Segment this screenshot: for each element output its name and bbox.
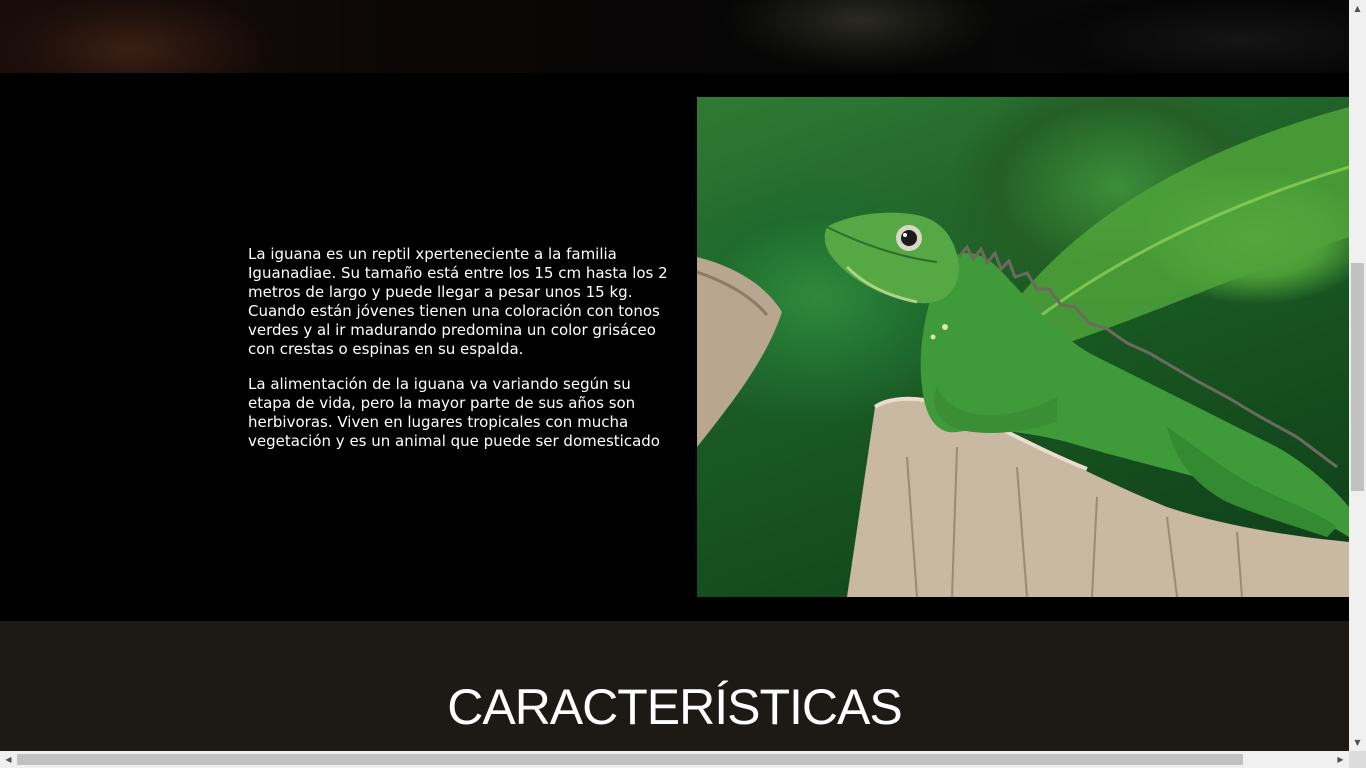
- scroll-right-arrow-icon[interactable]: ▶: [1332, 751, 1349, 768]
- horizontal-scrollbar[interactable]: ◀ ▶: [0, 751, 1349, 768]
- scrollbar-corner: [1349, 751, 1366, 768]
- horizontal-scroll-thumb[interactable]: [17, 754, 1243, 765]
- iguana-photo: [697, 97, 1349, 597]
- intro-section: La iguana es un reptil xperteneciente a …: [0, 73, 1349, 621]
- intro-paragraph-1: La iguana es un reptil xperteneciente a …: [248, 245, 668, 358]
- iguana-illustration: [697, 107, 1349, 597]
- scroll-left-arrow-icon[interactable]: ◀: [0, 751, 17, 768]
- vertical-scrollbar[interactable]: ▲ ▼: [1349, 0, 1366, 751]
- features-heading: CARACTERÍSTICAS: [447, 679, 903, 735]
- intro-text: La iguana es un reptil xperteneciente a …: [248, 245, 668, 467]
- intro-paragraph-2: La alimentación de la iguana va variando…: [248, 375, 660, 450]
- scroll-up-arrow-icon[interactable]: ▲: [1349, 0, 1366, 17]
- hero-image-strip: [0, 0, 1349, 73]
- scroll-down-arrow-icon[interactable]: ▼: [1349, 734, 1366, 751]
- features-section: CARACTERÍSTICAS: [0, 621, 1349, 751]
- vertical-scroll-thumb[interactable]: [1351, 263, 1364, 491]
